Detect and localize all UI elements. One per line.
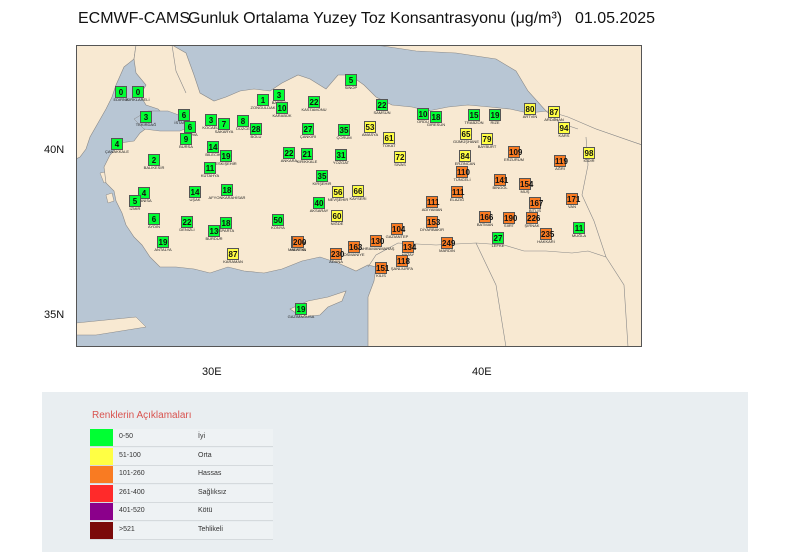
station-name: ERZURUM [504, 157, 524, 162]
station-name: LEFKE [491, 243, 505, 248]
station-name: AFYONKARAHİSAR [208, 195, 246, 200]
legend-swatch [90, 521, 113, 539]
station-name: ADIYAMAN [421, 207, 443, 212]
station-name: HAKKARİ [537, 239, 555, 244]
station-name: TOKAT [382, 143, 396, 148]
station-name: KASTAMONU [301, 107, 327, 112]
lon-label-40e: 40E [472, 366, 492, 378]
legend-range: 0-50 [119, 433, 134, 440]
station-name: MUĞLA [571, 233, 587, 238]
station-name: BAYBURT [477, 144, 497, 149]
legend-swatch [90, 484, 113, 502]
station-name: ADANA [329, 259, 343, 264]
station-name: ANTALYA [154, 247, 172, 252]
station-name: İZMİR [129, 206, 141, 211]
station-name: RİZE [490, 120, 500, 125]
lon-label-30e: 30E [202, 366, 222, 378]
station-name: MUŞ [520, 189, 530, 194]
legend-row: 51-100 Orta [90, 447, 273, 466]
station-name: BOLU [250, 134, 262, 139]
legend-row: 0-50 İyi [90, 429, 273, 447]
legend-label: İyi [198, 433, 205, 440]
station-name: AĞRI [555, 166, 565, 171]
station-name: GAZİMAĞUSA [287, 314, 315, 319]
map-date: 01.05.2025 [575, 10, 656, 27]
station-name: VAN [568, 204, 576, 209]
station-name: SİVAS [394, 162, 406, 167]
legend-swatch [90, 429, 113, 446]
station-name: KARAMAN [223, 259, 243, 264]
legend-row: 261-400 Sağlıksız [90, 484, 273, 503]
legend-label: Sağlıksız [198, 488, 227, 496]
station-name: YOZGAT [332, 160, 350, 165]
station-name: MARDİN [439, 248, 455, 253]
legend-row: 101-260 Hassas [90, 466, 273, 484]
legend-panel: Renklerin Açıklamaları 0-50 İyi 51-100 Orta… [42, 392, 748, 552]
station-name: KÜTAHYA [200, 173, 220, 178]
legend-swatch [90, 503, 113, 520]
station-name: GAZİANTEP [385, 234, 409, 239]
legend-swatch [90, 447, 113, 465]
station-name: MERSİN [290, 247, 306, 252]
lat-label-35n: 35N [44, 309, 65, 321]
lat-label-40n: 40N [44, 144, 65, 156]
legend-row: 401-520 Kötü [90, 503, 273, 521]
station-name: SİNOP [344, 85, 358, 90]
legend-label: Tehlikeli [198, 525, 223, 533]
station-name: KARABÜK [272, 113, 292, 118]
station-name: ELAZIĞ [449, 197, 465, 202]
station-name: KAHRAMANMARAŞ [357, 246, 395, 251]
legend-label: Kötü [198, 507, 213, 514]
station-name: KAYSERİ [349, 196, 367, 201]
legend-range: >521 [119, 525, 135, 533]
station-name: ŞANLIURFA [390, 266, 414, 271]
legend-range: 51-100 [119, 451, 141, 459]
legend-range: 101-260 [119, 470, 145, 477]
station-name: ÇANAKKALE [104, 149, 129, 154]
legend-range: 261-400 [119, 488, 145, 496]
map-title: Gunluk Ortalama Yuzey Toz Konsantrasyonu… [188, 10, 563, 27]
station-name: BURDUR [205, 236, 223, 241]
legend-swatch [90, 466, 113, 483]
legend-title: Renklerin Açıklamaları [92, 410, 192, 421]
map-model-label: ECMWF-CAMS [78, 10, 190, 27]
station-name: BALIKESİR [143, 165, 165, 170]
station-name: ISPARTA [217, 228, 235, 233]
station-name: DİYARBAKIR [420, 227, 444, 232]
station-name: BURSA [179, 144, 193, 149]
station-name: IĞDIR [583, 158, 595, 163]
legend-label: Hassas [198, 470, 222, 477]
station-name: KONYA [271, 225, 285, 230]
station-name: OSMANİYE [343, 252, 365, 257]
station-name: KARS [558, 133, 570, 138]
station-name: KIRKLARELİ [126, 97, 150, 102]
legend-range: 401-520 [119, 507, 145, 514]
station-name: KİLİS [376, 273, 386, 278]
station-name: NİĞDE [330, 221, 344, 226]
station-name: TUNCELİ [453, 177, 471, 182]
legend-row: >521 Tehlikeli [90, 521, 273, 540]
legend-label: Orta [198, 451, 212, 459]
station-name: SAMSUN [373, 110, 391, 115]
station-name: DENİZLİ [179, 227, 195, 232]
